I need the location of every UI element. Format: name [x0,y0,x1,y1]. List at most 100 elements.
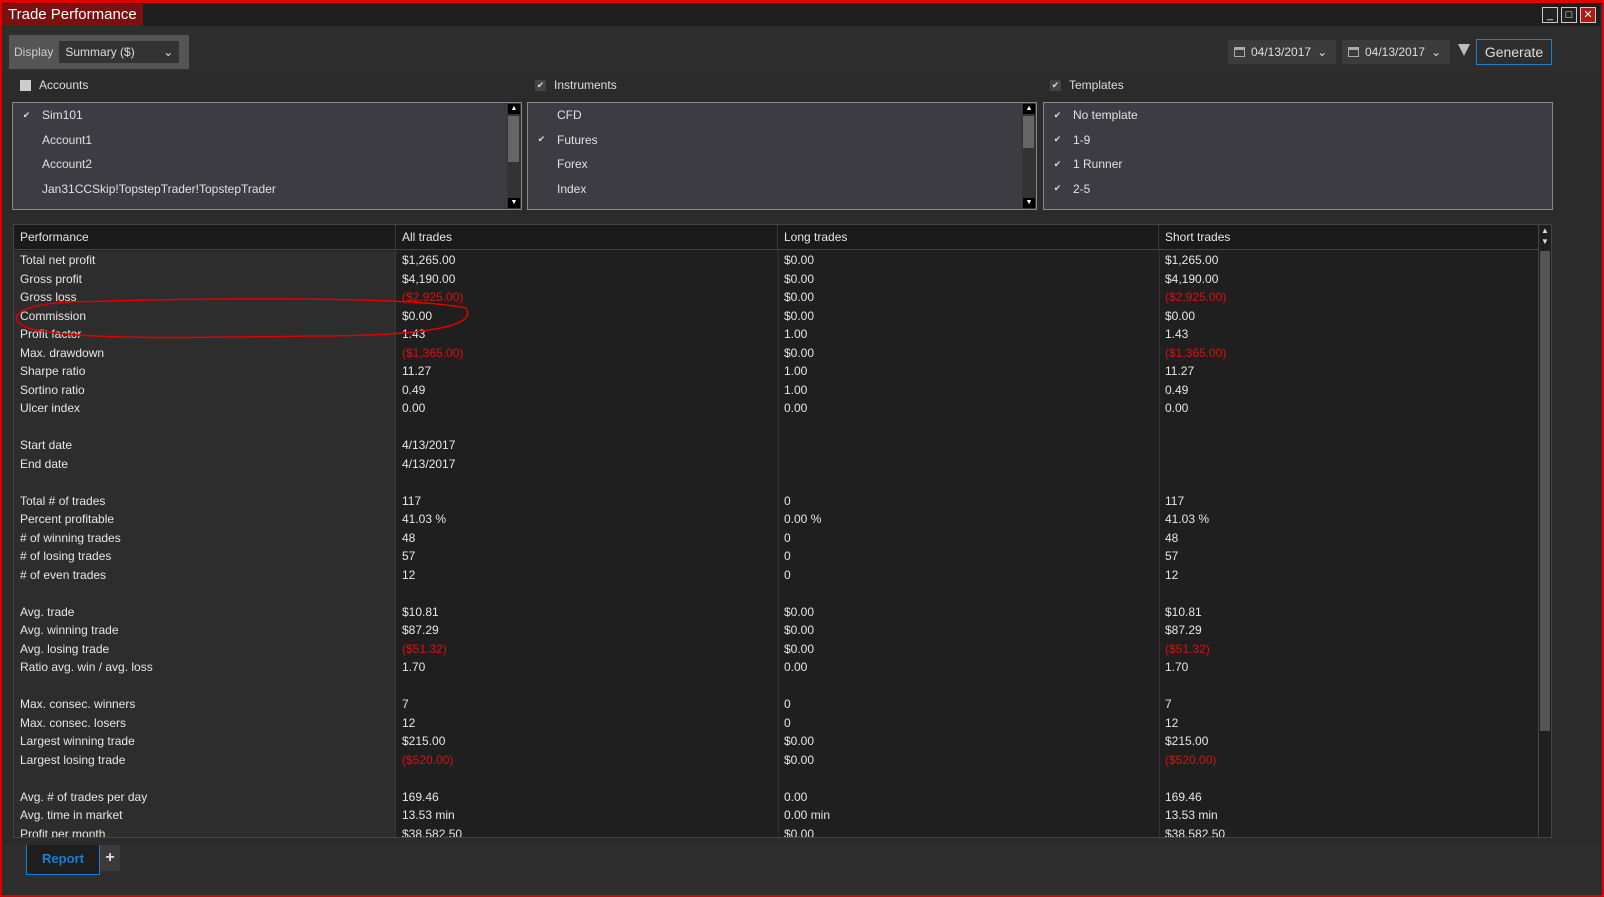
header-all-trades[interactable]: All trades [396,225,778,249]
metric-label [14,418,396,437]
metric-label: # of losing trades [20,549,112,563]
metric-label [14,677,396,696]
checkbox[interactable] [536,110,547,121]
metric-value: 41.03 % [402,512,447,526]
accounts-scrollbar[interactable]: ▲ ▼ [507,103,521,209]
metric-value [1159,769,1539,788]
list-item[interactable]: ✔ 2-5 [1044,177,1552,202]
templates-checkbox[interactable]: ✔ [1050,79,1061,91]
checkbox[interactable] [536,159,547,170]
filter-icon[interactable] [1458,44,1470,56]
metric-value: $0.00 [784,826,815,838]
metric-value [1159,473,1539,492]
display-select[interactable]: Summary ($) ⌄ [59,41,180,63]
table-scrollbar[interactable]: ▲ ▼ [1538,225,1551,837]
list-item-label: 1-9 [1073,132,1091,147]
checkbox[interactable]: ✔ [536,134,547,145]
templates-label: Templates [1069,78,1124,92]
table-row: Avg. # of trades per day 169.46 0.00 169.46 [14,788,1539,807]
end-date-value: 04/13/2017 [1365,45,1426,59]
table-row [14,473,1539,492]
window-title: Trade Performance [2,4,143,26]
checkbox[interactable] [21,134,32,145]
checkbox[interactable] [21,159,32,170]
metric-value: 169.46 [402,789,439,804]
instruments-list: CFD ✔ Futures Forex Index ▲ ▼ [527,102,1037,210]
close-button[interactable]: ✕ [1580,7,1596,23]
table-row: Max. consec. losers 12 0 12 [14,714,1539,733]
metric-value: $215.00 [1165,734,1209,748]
metric-label: Avg. trade [20,604,75,619]
end-date-picker[interactable]: 04/13/2017 ⌄ [1342,40,1450,64]
list-item[interactable]: CFD [528,103,1036,128]
checkbox[interactable] [536,183,547,194]
metric-value: 13.53 min [1165,808,1218,822]
accounts-header[interactable]: Accounts [20,78,88,92]
list-item-label: Jan31CCSkip!TopstepTrader!TopstepTrader [42,181,276,196]
instruments-header[interactable]: ✔ Instruments [535,78,617,92]
table-row: Largest losing trade ($520.00) $0.00 ($520.… [14,751,1539,770]
chevron-down-icon: ⌄ [1317,45,1328,59]
list-item[interactable]: ✔ Sim101 [13,103,521,128]
templates-header[interactable]: ✔ Templates [1050,78,1124,92]
metric-value: 48 [402,530,416,545]
list-item[interactable]: ✔ 1-9 [1044,128,1552,153]
checkbox[interactable]: ✔ [1052,159,1063,170]
metric-label: End date [20,456,69,471]
metric-value: $4,190.00 [1165,271,1219,286]
start-date-picker[interactable]: 04/13/2017 ⌄ [1228,40,1336,64]
tab-report[interactable]: Report [26,845,100,875]
table-row: Commission $0.00 $0.00 $0.00 [14,307,1539,326]
display-label: Display [14,45,54,59]
metric-value: ($2,925.00) [402,290,464,304]
templates-list: ✔ No template ✔ 1-9 ✔ 1 Runner ✔ 2-5 [1043,102,1553,210]
checkbox[interactable]: ✔ [1052,134,1063,145]
metric-value: 12 [1165,567,1179,582]
metric-value: $0.00 [784,345,815,360]
metric-label: Start date [20,438,73,452]
checkbox[interactable]: ✔ [1052,183,1063,194]
instruments-checkbox[interactable]: ✔ [535,79,546,91]
header-short-trades[interactable]: Short trades [1159,225,1539,249]
header-long-trades[interactable]: Long trades [778,225,1159,249]
list-item[interactable]: Jan31CCSkip!TopstepTrader!TopstepTrader [13,177,521,202]
metric-label: Profit per month [20,826,106,838]
checkbox[interactable] [21,183,32,194]
metric-value [778,584,1159,603]
list-item[interactable]: Index [528,177,1036,202]
metric-label: Total net profit [20,253,96,267]
metric-value: $0.00 [784,290,815,304]
metric-value: 12 [402,567,416,582]
checkbox[interactable]: ✔ [1052,110,1063,121]
add-tab-button[interactable]: + [100,845,120,871]
list-item[interactable]: ✔ Futures [528,128,1036,153]
metric-value [778,418,1159,437]
table-row: Sortino ratio 0.49 1.00 0.49 [14,381,1539,400]
list-item[interactable]: Account1 [13,128,521,153]
list-item[interactable]: ✔ No template [1044,103,1552,128]
metric-value [396,473,778,492]
instruments-scrollbar[interactable]: ▲ ▼ [1022,103,1036,209]
list-item[interactable]: Forex [528,152,1036,177]
metric-label: Avg. time in market [20,808,123,822]
metric-value: 4/13/2017 [402,456,456,471]
list-item[interactable]: Account2 [13,152,521,177]
metric-value: 41.03 % [1165,512,1210,526]
generate-button[interactable]: Generate [1476,39,1552,65]
metric-value: $87.29 [402,623,439,637]
metric-value: $0.00 [784,752,815,767]
metric-value: 11.27 [402,364,432,378]
metric-label: Percent profitable [20,512,115,526]
metric-value: 0.00 min [784,808,831,822]
minimize-button[interactable]: _ [1542,7,1558,23]
list-item-label: 1 Runner [1073,157,1123,172]
metric-value: $0.00 [784,308,815,323]
maximize-button[interactable]: □ [1561,7,1577,23]
metric-value: 0.00 [402,401,426,415]
metric-value: $0.00 [784,253,815,267]
accounts-checkbox[interactable] [20,79,31,91]
list-item[interactable]: ✔ 1 Runner [1044,152,1552,177]
checkbox[interactable]: ✔ [21,110,32,121]
header-performance[interactable]: Performance [14,225,396,249]
instruments-label: Instruments [554,78,617,92]
